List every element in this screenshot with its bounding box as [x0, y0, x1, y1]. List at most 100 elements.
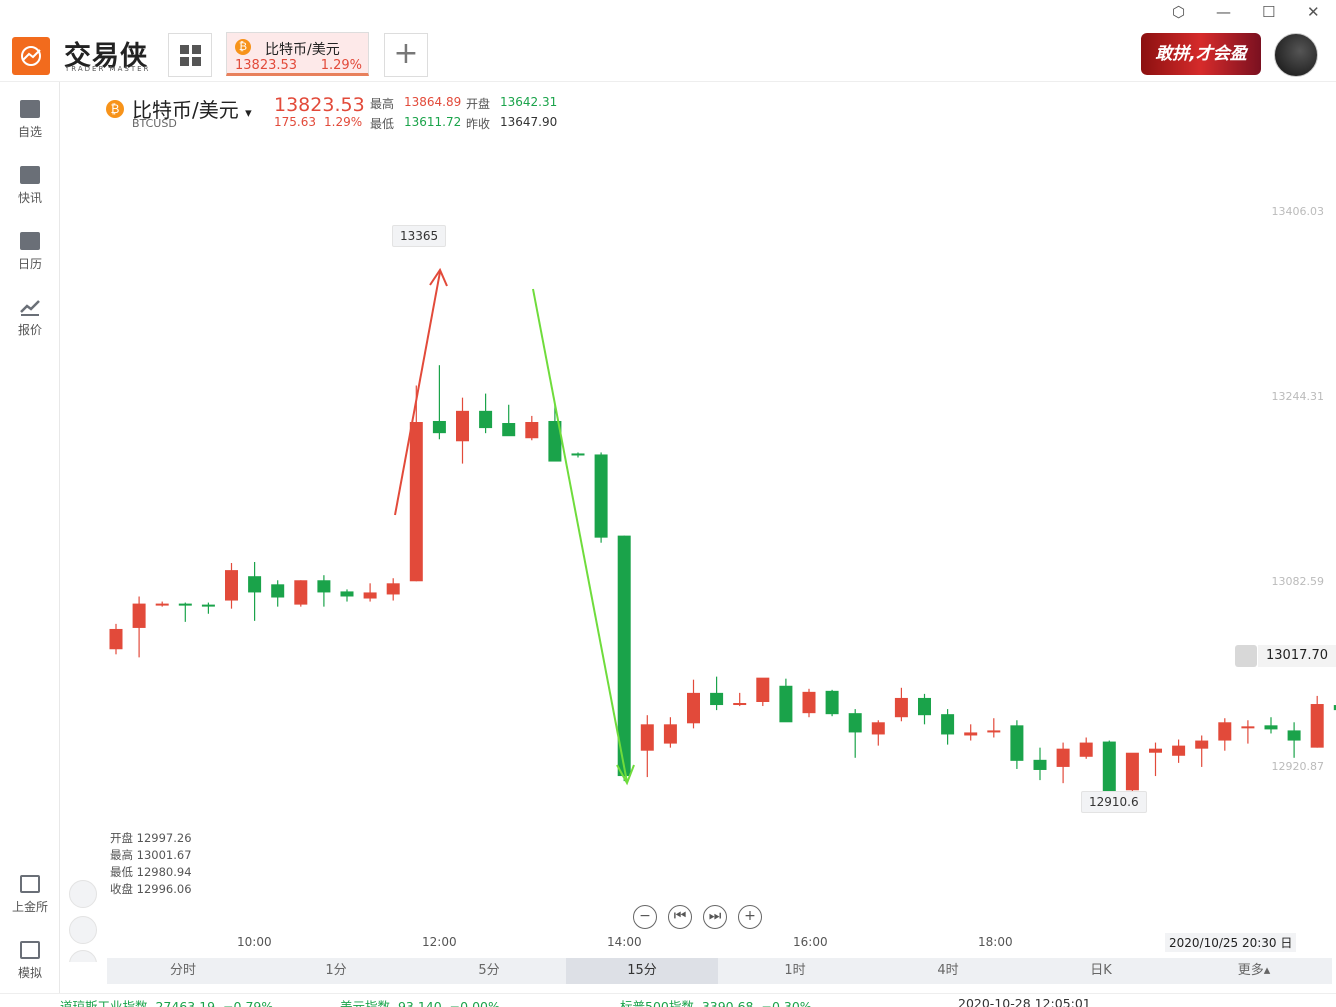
candle-body[interactable]: [201, 604, 215, 607]
candle-body[interactable]: [1195, 740, 1209, 749]
candle-body[interactable]: [941, 714, 955, 735]
candle-body[interactable]: [363, 592, 377, 599]
ohlc-high: 最高 13001.67: [110, 848, 192, 862]
maximize-button[interactable]: ☐: [1262, 3, 1275, 21]
skip-start-button[interactable]: ⏮: [668, 905, 692, 929]
sidebar-item-quotes[interactable]: 报价: [0, 298, 60, 338]
candle-body[interactable]: [779, 685, 793, 723]
candlestick-chart[interactable]: [61, 82, 1336, 962]
tab-period-15m[interactable]: 15分: [566, 958, 718, 984]
candle-body[interactable]: [525, 422, 539, 439]
sidebar-item-calendar[interactable]: 日历: [0, 232, 60, 272]
candle-body[interactable]: [109, 628, 123, 650]
candle-body[interactable]: [340, 591, 354, 597]
pencil-icon[interactable]: [69, 916, 97, 944]
candle-body[interactable]: [871, 722, 885, 735]
skip-end-button[interactable]: ⏭: [703, 905, 727, 929]
candle-body[interactable]: [1264, 725, 1278, 730]
zoom-out-button[interactable]: −: [633, 905, 657, 929]
tab-period-timeshare[interactable]: 分时: [107, 958, 259, 984]
candle-body[interactable]: [1287, 730, 1301, 741]
candle-body[interactable]: [964, 732, 978, 736]
candle-body[interactable]: [225, 570, 238, 601]
app-window: ⬡ — ☐ ✕ 交易侠 TRADER MASTER ₿ 比特币/美元 13823…: [0, 0, 1336, 1007]
candle-body[interactable]: [1172, 745, 1186, 756]
candle-body[interactable]: [1056, 748, 1070, 767]
sidebar-item-news[interactable]: 快讯: [0, 166, 60, 206]
peak-price-callout: 13365: [392, 225, 447, 247]
wallet-icon: [20, 941, 40, 959]
x-tick: 18:00: [978, 935, 1013, 949]
sidebar-item-watchlist[interactable]: 自选: [0, 100, 60, 140]
candle-body[interactable]: [1218, 722, 1232, 741]
add-tab-button[interactable]: +: [384, 33, 428, 77]
candle-body[interactable]: [132, 603, 146, 628]
candle-body[interactable]: [918, 697, 931, 716]
indicator-tool-icon[interactable]: [69, 880, 97, 908]
candle-body[interactable]: [1125, 752, 1139, 791]
ohlc-low: 最低 12980.94: [110, 865, 192, 879]
avatar[interactable]: [1274, 33, 1318, 77]
sidebar-item-label: 报价: [17, 323, 42, 337]
candle-body[interactable]: [178, 603, 192, 606]
sidebar-item-label: 上金所: [11, 900, 48, 914]
candle-body[interactable]: [409, 422, 423, 582]
grid-layout-button[interactable]: [168, 33, 212, 77]
sidebar-item-simulate[interactable]: 模拟: [0, 941, 60, 981]
candle-body[interactable]: [248, 576, 262, 593]
sidebar-item-label: 快讯: [17, 191, 42, 205]
tab-btcusd[interactable]: ₿ 比特币/美元 13823.53 1.29%: [226, 32, 369, 76]
candle-body[interactable]: [456, 410, 469, 442]
candle-body[interactable]: [271, 584, 285, 598]
candle-body[interactable]: [848, 713, 862, 733]
candle-body[interactable]: [802, 691, 816, 714]
candle-body[interactable]: [1033, 759, 1047, 770]
candle-body[interactable]: [571, 453, 585, 456]
bell-icon[interactable]: [1235, 645, 1257, 667]
tab-period-5m[interactable]: 5分: [413, 958, 565, 984]
candle-body[interactable]: [1241, 726, 1255, 729]
close-button[interactable]: ✕: [1307, 3, 1320, 21]
candle-body[interactable]: [825, 690, 839, 715]
candle-body[interactable]: [155, 603, 169, 606]
crosshair-date-tag: 2020/10/25 20:30 日: [1165, 933, 1297, 952]
minimize-button[interactable]: —: [1216, 3, 1231, 21]
candle-body[interactable]: [663, 724, 677, 744]
candle-body[interactable]: [756, 677, 770, 702]
candle-body[interactable]: [1010, 725, 1024, 761]
trough-price-callout: 12910.6: [1081, 791, 1147, 813]
candle-body[interactable]: [894, 697, 908, 718]
tab-period-daily[interactable]: 日K: [1025, 958, 1177, 984]
candle-body[interactable]: [1149, 748, 1162, 753]
candle-body[interactable]: [710, 692, 724, 706]
candle-body[interactable]: [594, 454, 608, 538]
candle-body[interactable]: [432, 420, 446, 434]
settings-icon[interactable]: ⬡: [1172, 3, 1185, 21]
tab-period-1m[interactable]: 1分: [260, 958, 412, 984]
candle-body[interactable]: [987, 730, 1001, 733]
candle-body[interactable]: [1102, 741, 1116, 796]
x-tick: 12:00: [422, 935, 457, 949]
candle-body[interactable]: [1079, 742, 1093, 757]
tab-period-1h[interactable]: 1时: [719, 958, 871, 984]
candle-body[interactable]: [386, 583, 400, 595]
candles: [109, 365, 1336, 800]
candle-body[interactable]: [640, 724, 654, 751]
tab-period-more[interactable]: 更多▴: [1178, 958, 1330, 984]
candle-body[interactable]: [502, 423, 516, 437]
ticker-sp500[interactable]: 标普500指数 3390.68 −0.30%: [620, 996, 812, 1007]
tab-period-4h[interactable]: 4时: [872, 958, 1024, 984]
candle-body[interactable]: [294, 580, 308, 605]
ticker-usd-index[interactable]: 美元指数 93.140 −0.00%: [340, 996, 500, 1007]
period-tabs: 分时 1分 5分 15分 1时 4时 日K 更多▴: [107, 958, 1332, 984]
ticker-dji[interactable]: 道琼斯工业指数 27463.19 −0.79%: [60, 996, 273, 1007]
candle-body[interactable]: [733, 703, 747, 706]
candle-body[interactable]: [317, 580, 331, 593]
candle-body[interactable]: [479, 410, 493, 429]
candle-body[interactable]: [1310, 704, 1324, 748]
zoom-in-button[interactable]: +: [738, 905, 762, 929]
promo-banner[interactable]: 敢拼,才会盈: [1141, 33, 1261, 75]
sidebar-item-sge[interactable]: 上金所: [0, 875, 60, 915]
candle-body[interactable]: [687, 692, 700, 724]
news-icon: [20, 166, 40, 184]
